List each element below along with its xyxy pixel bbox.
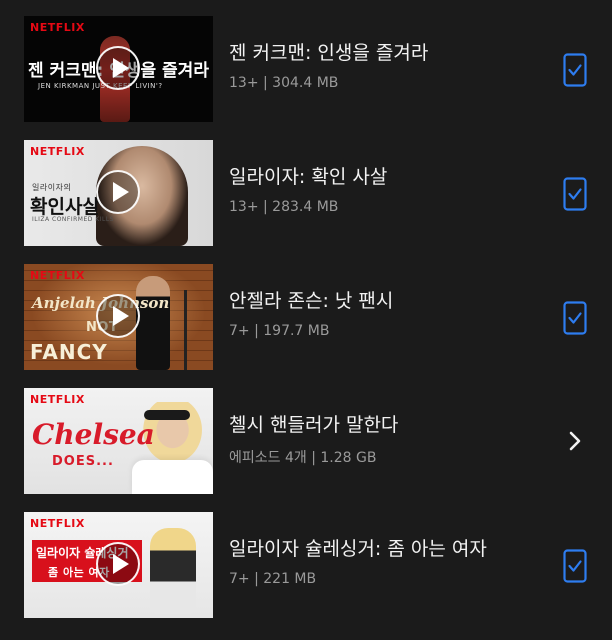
thumbnail-subtitle-text: ILIZA CONFIRMED KILLS	[32, 216, 114, 223]
thumbnail[interactable]: NETFLIX 일라이자 슐레싱거 좀 아는 여자	[24, 512, 213, 618]
download-title[interactable]: 젠 커크맨: 인생을 즐겨라	[229, 38, 428, 65]
download-title[interactable]: 안젤라 존슨: 낫 팬시	[229, 286, 393, 313]
download-complete-check-icon[interactable]	[563, 177, 587, 211]
play-icon[interactable]	[96, 46, 140, 90]
download-item[interactable]: NETFLIX Chelsea DOES... 첼시 핸들러가 말한다 에피소드…	[0, 388, 612, 496]
download-meta: 에피소드 4개 | 1.28 GB	[229, 450, 377, 466]
netflix-logo: NETFLIX	[30, 21, 85, 34]
thumbnail-title-text: 확인사살	[30, 196, 100, 218]
download-meta: 13+ | 283.4 MB	[229, 199, 339, 215]
thumbnail[interactable]: NETFLIX Chelsea DOES...	[24, 388, 213, 494]
downloads-list: NETFLIX 젠 커크맨: 인생을 즐겨라 JEN KIRKMAN JUST …	[0, 0, 612, 640]
download-item[interactable]: NETFLIX 젠 커크맨: 인생을 즐겨라 JEN KIRKMAN JUST …	[0, 16, 612, 124]
thumbnail[interactable]: NETFLIX 일라이자의 확인사살 ILIZA CONFIRMED KILLS	[24, 140, 213, 246]
download-complete-check-icon[interactable]	[563, 301, 587, 335]
download-complete-check-icon[interactable]	[563, 549, 587, 583]
netflix-logo: NETFLIX	[30, 145, 85, 158]
performer-figure	[136, 276, 170, 370]
download-item[interactable]: NETFLIX 일라이자의 확인사살 ILIZA CONFIRMED KILLS…	[0, 140, 612, 248]
play-icon[interactable]	[96, 170, 140, 214]
thumbnail-subtitle-text: DOES...	[52, 454, 114, 469]
netflix-logo: NETFLIX	[30, 269, 85, 282]
download-meta: 7+ | 221 MB	[229, 571, 317, 587]
thumbnail[interactable]: NETFLIX Anjelah Johnson NOT FANCY	[24, 264, 213, 370]
play-icon[interactable]	[96, 542, 140, 586]
thumbnail-subtitle-text: FANCY	[30, 340, 108, 364]
netflix-logo: NETFLIX	[30, 393, 85, 406]
netflix-logo: NETFLIX	[30, 517, 85, 530]
thumbnail-title-text: Chelsea	[32, 418, 155, 451]
performer-figure	[150, 528, 196, 614]
play-icon[interactable]	[96, 294, 140, 338]
download-complete-check-icon[interactable]	[563, 53, 587, 87]
download-title[interactable]: 일라이자: 확인 사살	[229, 162, 387, 189]
chevron-right-icon[interactable]	[565, 430, 585, 452]
download-meta: 13+ | 304.4 MB	[229, 75, 339, 91]
download-title[interactable]: 첼시 핸들러가 말한다	[229, 410, 398, 437]
download-item[interactable]: NETFLIX Anjelah Johnson NOT FANCY 안젤라 존슨…	[0, 264, 612, 372]
download-title[interactable]: 일라이자 슐레싱거: 좀 아는 여자	[229, 534, 487, 561]
thumbnail[interactable]: NETFLIX 젠 커크맨: 인생을 즐겨라 JEN KIRKMAN JUST …	[24, 16, 213, 122]
download-item[interactable]: NETFLIX 일라이자 슐레싱거 좀 아는 여자 일라이자 슐레싱거: 좀 아…	[0, 512, 612, 620]
pillow	[132, 460, 213, 494]
download-meta: 7+ | 197.7 MB	[229, 323, 330, 339]
mic-stand	[184, 290, 187, 370]
